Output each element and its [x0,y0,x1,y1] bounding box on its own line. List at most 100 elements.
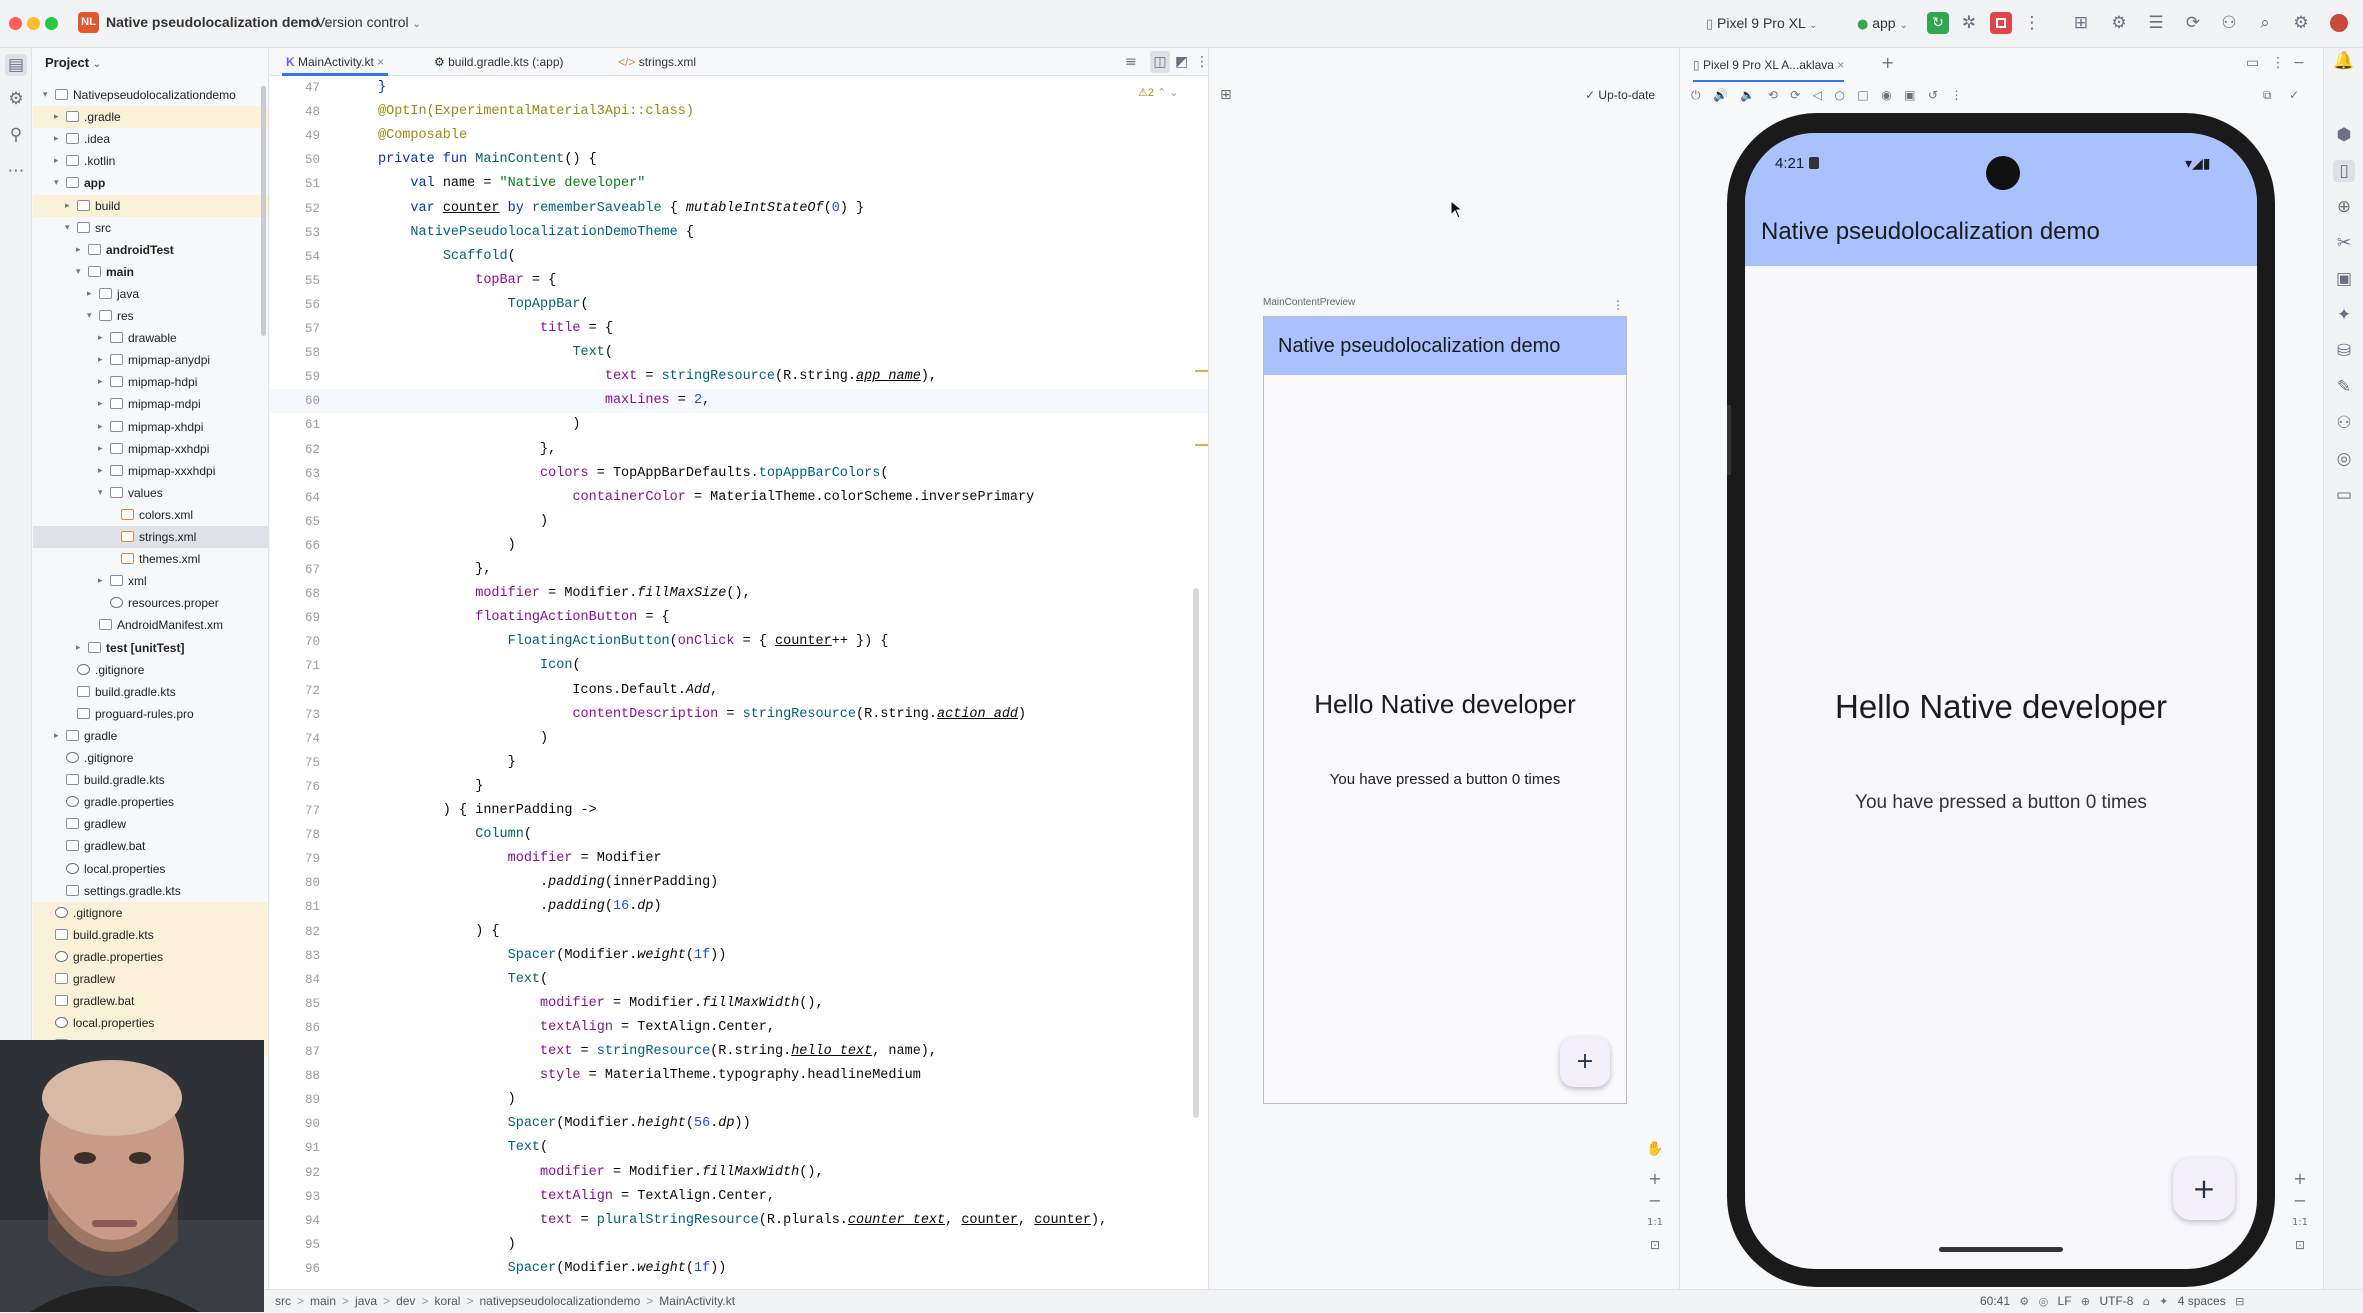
pan-icon[interactable]: ✋ [1642,1138,1668,1160]
chevron-right-icon[interactable]: ▸ [98,416,103,438]
breadcrumb-item[interactable]: nativepseudolocalizationdemo [479,1294,640,1308]
device-add-button[interactable]: + [2173,1158,2235,1220]
volume-down-icon[interactable]: 🔉 [1740,88,1755,102]
breadcrumb-item[interactable]: java [355,1294,377,1308]
code-line[interactable]: 82 ) { [270,920,1208,944]
caret-position[interactable]: 60:41 [1980,1294,2010,1308]
chevron-down-icon[interactable]: ▾ [87,305,92,327]
close-window-button[interactable] [9,17,22,30]
code-line[interactable]: 59 text = stringResource(R.string.app_na… [270,365,1208,389]
search-icon[interactable]: ⌕ [2254,12,2276,34]
preview-more-icon[interactable]: ⋮ [1612,294,1624,316]
tree-item[interactable]: ▸ build [33,194,268,217]
code-line[interactable]: 62 }, [270,438,1208,462]
gesture-bar[interactable] [1939,1247,2063,1252]
project-selector[interactable]: Native pseudolocalization demo ⌄ [106,14,331,36]
tree-item[interactable]: ▾ Nativepseudolocalizationdemo [33,84,268,106]
code-line[interactable]: 85 modifier = Modifier.fillMaxWidth(), [270,992,1208,1016]
preview-options-icon[interactable]: ⊞ [1220,84,1232,106]
tree-item[interactable]: ▸ java [33,283,268,305]
app-quality-icon[interactable]: ⚇ [2333,412,2355,434]
tab-mainactivity[interactable]: K MainActivity.kt × [282,48,389,76]
indent-setting[interactable]: 4 spaces [2178,1294,2226,1308]
project-scrollbar[interactable] [261,86,266,336]
database-icon[interactable]: ⛁ [2333,340,2355,362]
rotate-left-icon[interactable]: ⟲ [1768,88,1778,102]
code-line[interactable]: 84 Text( [270,968,1208,992]
code-line[interactable]: 89 ) [270,1088,1208,1112]
tree-item[interactable]: ▸ .idea [33,128,268,150]
sync-icon[interactable]: ⟳ [2182,12,2204,34]
tree-item[interactable]: ▾ res [33,305,268,327]
zoom-reset-icon[interactable]: 1:1 [1642,1212,1668,1234]
gemini-icon[interactable]: ✦ [2333,304,2355,326]
code-line[interactable]: 74 ) [270,727,1208,751]
vcs-status-icon[interactable]: ⚙ [2019,1295,2029,1308]
zoom-in-icon[interactable]: + [2289,1168,2311,1190]
code-line[interactable]: 76 } [270,775,1208,799]
device-tab[interactable]: ▯ Pixel 9 Pro XL A...aklava × [1693,54,1845,82]
overview-icon[interactable]: □ [1857,88,1868,102]
code-line[interactable]: 48 @OptIn(ExperimentalMaterial3Api::class… [270,100,1208,124]
vcs-selector[interactable]: Version control ⌄ [316,14,421,36]
preview-add-button[interactable]: + [1560,1037,1610,1087]
gradle-tool-icon[interactable]: ⬢ [2333,124,2355,146]
split-design-icon[interactable]: ◫ [1150,51,1170,73]
tree-item[interactable]: ▸ mipmap-xxhdpi [33,438,268,460]
code-line[interactable]: 57 title = { [270,317,1208,341]
breadcrumb-item[interactable]: main [310,1294,336,1308]
undo-icon[interactable]: ↺ [1928,88,1938,102]
code-line[interactable]: 79 modifier = Modifier [270,847,1208,871]
phone-screen[interactable]: 4:21 ▾◢▮ Native pseudolocalization demo … [1745,133,2257,1269]
editor-more-icon[interactable]: ⋮ [1195,51,1208,73]
chevron-right-icon[interactable]: ▸ [54,128,59,150]
tree-item[interactable]: colors.xml [33,504,268,526]
layout-inspector-icon[interactable]: ☰ [2145,12,2167,34]
code-line[interactable]: 80 .padding(innerPadding) [270,871,1208,895]
debug-icon[interactable]: ✲ [1958,12,1980,34]
code-line[interactable]: 93 textAlign = TextAlign.Center, [270,1185,1208,1209]
code-line[interactable]: 66 ) [270,534,1208,558]
code-area[interactable]: 47} 48 @OptIn(ExperimentalMaterial3Api::cl… [270,76,1208,1289]
preview-frame[interactable]: Native pseudolocalization demo Hello Nat… [1263,316,1627,1104]
tree-item[interactable]: gradlew [33,813,268,835]
chevron-down-icon[interactable]: ▾ [98,482,103,504]
run-config-selector[interactable]: ● app ⌄ [1857,14,1908,37]
chevron-right-icon[interactable]: ▸ [54,150,59,172]
resource-manager-icon[interactable]: ⚙ [5,88,27,110]
zoom-one-icon[interactable]: 1:1 [2289,1212,2311,1234]
tree-item[interactable]: build.gradle.kts [33,769,268,791]
chat-icon[interactable]: ▭ [2333,484,2355,506]
breadcrumb-item[interactable]: dev [396,1294,415,1308]
app-inspection-icon[interactable]: ◎ [2333,448,2355,470]
code-line[interactable]: 95 ) [270,1233,1208,1257]
tree-item[interactable]: ▾ values [33,482,268,504]
tree-item[interactable]: ▾ app [33,172,268,194]
line-ending[interactable]: LF [2058,1294,2072,1308]
device-manager-icon[interactable]: ⚙ [2108,12,2130,34]
zoom-in-icon[interactable]: + [1642,1168,1668,1190]
memory-icon[interactable]: ⊟ [2235,1295,2244,1308]
stop-icon[interactable] [1990,12,2012,34]
tree-item[interactable]: strings.xml [33,526,268,548]
code-line[interactable]: 55 topBar = { [270,269,1208,293]
tree-item[interactable]: ▾ main [33,261,268,283]
volume-up-icon[interactable]: 🔊 [1713,88,1728,102]
code-line[interactable]: 86 textAlign = TextAlign.Center, [270,1016,1208,1040]
brush-icon[interactable]: ✎ [2333,376,2355,398]
encoding[interactable]: UTF-8 [2099,1294,2133,1308]
minimize-window-button[interactable] [27,17,40,30]
breadcrumb-item[interactable]: src [275,1294,291,1308]
close-icon[interactable]: × [377,55,384,69]
code-line[interactable]: 92 modifier = Modifier.fillMaxWidth(), [270,1161,1208,1185]
chevron-right-icon[interactable]: ▸ [98,371,103,393]
chevron-down-icon[interactable]: ▾ [54,172,59,194]
chevron-right-icon[interactable]: ▸ [98,393,103,415]
fit-screen-icon[interactable]: ⊡ [1642,1234,1668,1256]
minimize-panel-icon[interactable]: − [2293,52,2305,74]
record-icon[interactable]: ▣ [1904,88,1915,102]
notifications-icon[interactable]: 🔔 [2333,50,2355,72]
code-line[interactable]: 50 private fun MainContent() { [270,148,1208,172]
code-line[interactable]: 77 ) { innerPadding -> [270,799,1208,823]
chevron-right-icon[interactable]: ▸ [98,438,103,460]
